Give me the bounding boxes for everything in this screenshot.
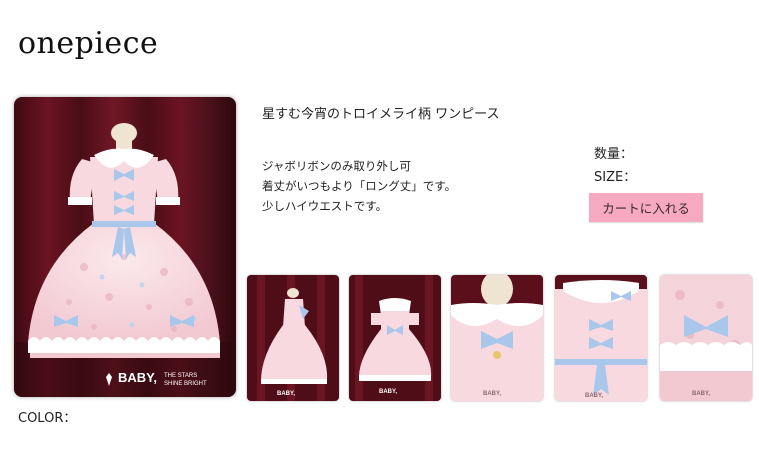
brand-logo: BABY, THE STARS SHINE BRIGHT — [106, 370, 207, 387]
svg-text:SHINE BRIGHT: SHINE BRIGHT — [164, 381, 207, 387]
add-to-cart-button[interactable]: カートに入れる — [589, 193, 703, 222]
svg-text:BABY,: BABY, — [483, 391, 501, 397]
size-label: SIZE： — [594, 170, 637, 185]
svg-text:BABY,: BABY, — [692, 391, 710, 397]
thumbnail-back-view[interactable]: BABY, — [349, 275, 441, 401]
svg-text:BABY,: BABY, — [277, 391, 295, 397]
page-title: onepiece — [18, 26, 159, 61]
product-name: 星すむ今宵のトロイメライ柄 ワンピース — [262, 107, 500, 122]
description-line: 着丈がいつもより「ロング丈」です。 — [262, 179, 457, 193]
svg-text:BABY,: BABY, — [118, 370, 157, 385]
description-line: ジャボリボンのみ取り外し可 — [262, 159, 411, 173]
description-line: 少しハイウエストです。 — [262, 199, 388, 213]
product-description: ジャボリボンのみ取り外し可 着丈がいつもより「ロング丈」です。 少しハイウエスト… — [262, 156, 456, 216]
svg-text:BABY,: BABY, — [585, 393, 603, 399]
main-product-photo[interactable]: BABY, THE STARS SHINE BRIGHT — [14, 97, 236, 397]
thumbnail-side-view[interactable]: BABY, — [247, 275, 339, 401]
thumbnail-collar-closeup[interactable]: BABY, — [451, 275, 543, 401]
thumbnail-bodice-closeup[interactable]: BABY, — [555, 275, 647, 401]
svg-text:THE STARS: THE STARS — [164, 373, 197, 379]
color-label: COLOR： — [18, 411, 77, 426]
svg-text:BABY,: BABY, — [379, 389, 397, 395]
thumbnail-hem-closeup[interactable]: BABY, — [660, 275, 752, 401]
quantity-label: 数量： — [594, 147, 634, 162]
